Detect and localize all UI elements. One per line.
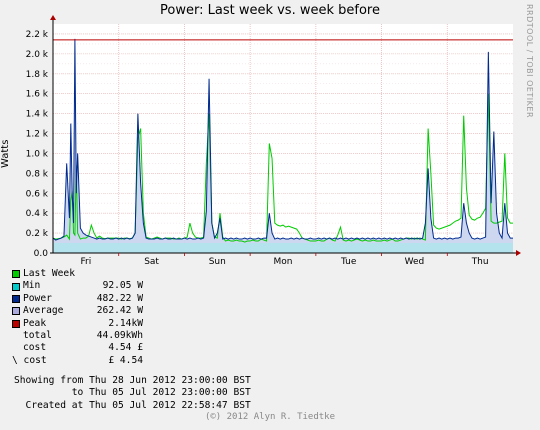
power-swatch (12, 294, 20, 303)
legend-label: Min (23, 280, 41, 292)
min-area (53, 243, 513, 253)
y-tick-label: 0.4 k (26, 209, 49, 219)
cost-value: 4.54 £ (108, 342, 143, 354)
y-tick-label: 0.8 k (26, 169, 49, 179)
time-range: Showing from Thu 28 Jun 2012 23:00:00 BS… (14, 375, 251, 412)
cost-label: cost (23, 342, 47, 354)
legend-value: 262.42 W (96, 305, 143, 317)
legend-value: 482.22 W (96, 292, 143, 304)
legend-value: 2.14kW (108, 317, 143, 329)
showing-to: to Thu 05 Jul 2012 23:00:00 BST (14, 387, 251, 399)
x-tick-label: Tue (340, 257, 357, 265)
y-tick-label: 1.0 k (26, 149, 49, 159)
legend-item-min: Min 92.05 W (12, 280, 143, 292)
x-axis-arrow (516, 250, 521, 256)
x-tick-label: Thu (471, 257, 489, 265)
y-tick-label: 0.2 k (26, 229, 49, 239)
y-tick-label: 1.8 k (26, 70, 49, 80)
y-tick-label: 1.6 k (26, 90, 49, 100)
created-at: Created at Thu 05 Jul 2012 22:58:47 BST (14, 399, 251, 411)
summary-cost: cost 4.54 £ (12, 342, 143, 354)
y-axis-arrow (50, 15, 56, 20)
y-tick-label: 2.2 k (26, 30, 49, 40)
legend-label: Last Week (23, 268, 75, 279)
legend-label: Peak (23, 317, 47, 329)
x-tick-label: Mon (274, 257, 293, 265)
total-label: total (23, 329, 52, 341)
legend-value: 92.05 W (102, 280, 143, 292)
y-tick-label: 1.4 k (26, 110, 49, 120)
x-tick-label: Wed (405, 257, 425, 265)
total-value: 44.09kWh (96, 329, 143, 341)
y-tick-label: 1.2 k (26, 130, 49, 140)
y-tick-label: 0.0 (34, 249, 49, 259)
legend: Last Week Min 92.05 W Power 482.22 W Avera… (12, 268, 143, 367)
average-swatch (12, 307, 20, 316)
summary-total: total 44.09kWh (12, 330, 143, 342)
plot-area (53, 24, 513, 253)
min-swatch (12, 282, 20, 291)
summary-cost-alt: \ cost £ 4.54 (12, 355, 143, 367)
legend-label: Average (23, 305, 64, 317)
last-week-swatch (12, 270, 20, 279)
x-tick-label: Sat (144, 257, 159, 265)
legend-label: Power (23, 292, 52, 304)
x-tick-label: Sun (209, 257, 226, 265)
cost-alt-value: £ 4.54 (108, 354, 143, 366)
y-tick-label: 0.6 k (26, 189, 49, 199)
cost-alt-label: \ cost (12, 354, 47, 366)
legend-item-average: Average 262.42 W (12, 305, 143, 317)
legend-item-power: Power 482.22 W (12, 293, 143, 305)
chart-stage: Power: Last week vs. week before RRDTOOL… (0, 0, 540, 430)
y-tick-label: 2.0 k (26, 50, 49, 60)
peak-swatch (12, 319, 20, 328)
x-tick-label: Fri (80, 257, 91, 265)
chart-plot: 0.0 0.2 k 0.4 k 0.6 k 0.8 k 1.0 k 1.2 k 1.4 k 1.… (26, 15, 521, 265)
copyright-footer: (©) 2012 Alyn R. Tiedtke (204, 412, 336, 422)
legend-item-peak: Peak 2.14kW (12, 318, 143, 330)
showing-from: Showing from Thu 28 Jun 2012 23:00:00 BS… (14, 375, 251, 386)
legend-item-last-week: Last Week (12, 268, 143, 280)
